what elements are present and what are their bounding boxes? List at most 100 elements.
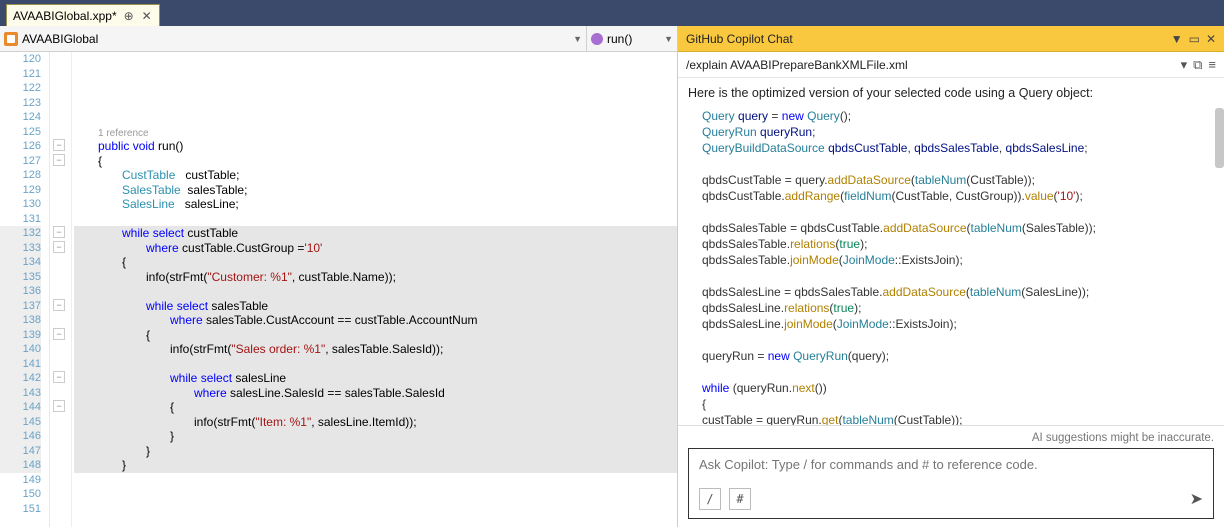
fold-toggle[interactable]: − xyxy=(53,299,65,311)
copilot-input-area: AI suggestions might be inaccurate. / # … xyxy=(678,425,1224,527)
class-icon xyxy=(4,32,18,46)
close-icon[interactable]: ✕ xyxy=(141,10,153,22)
code-line[interactable]: where salesLine.SalesId == salesTable.Sa… xyxy=(74,386,677,401)
code-line[interactable]: while select salesTable xyxy=(74,299,677,314)
code-editor[interactable]: 1201211221231241251261271281291301311321… xyxy=(0,52,677,527)
code-line[interactable]: public void run() xyxy=(74,139,677,154)
fold-toggle[interactable]: − xyxy=(53,226,65,238)
fold-toggle[interactable]: − xyxy=(53,371,65,383)
copilot-code-line xyxy=(702,268,1214,284)
copilot-code-line xyxy=(702,156,1214,172)
copilot-code-line xyxy=(702,332,1214,348)
chevron-down-icon: ▼ xyxy=(664,34,673,44)
copilot-code-line xyxy=(702,204,1214,220)
hash-chip[interactable]: # xyxy=(729,488,751,510)
copilot-code-block[interactable]: Query query = new Query();QueryRun query… xyxy=(702,108,1214,425)
slash-chip[interactable]: / xyxy=(699,488,721,510)
copilot-code-line: QueryRun queryRun; xyxy=(702,124,1214,140)
copilot-code-line: qbdsSalesTable = qbdsCustTable.addDataSo… xyxy=(702,220,1214,236)
code-line[interactable] xyxy=(74,357,677,372)
class-combo-label: AVAABIGlobal xyxy=(22,32,98,46)
code-line[interactable] xyxy=(74,67,677,82)
clipboard-icon[interactable]: ⧉ xyxy=(1193,57,1202,73)
copilot-code-line: qbdsCustTable = query.addDataSource(tabl… xyxy=(702,172,1214,188)
settings-icon[interactable]: ≡ xyxy=(1208,57,1216,72)
editor-pane: AVAABIGlobal ▼ run() ▼ 12012112212312412… xyxy=(0,26,678,527)
code-line[interactable]: { xyxy=(74,255,677,270)
line-number-gutter: 1201211221231241251261271281291301311321… xyxy=(0,52,50,527)
copilot-code-line xyxy=(702,364,1214,380)
method-combo-label: run() xyxy=(607,32,632,46)
scrollbar-thumb[interactable] xyxy=(1215,108,1224,168)
file-tab-label: AVAABIGlobal.xpp* xyxy=(13,9,117,23)
code-line[interactable]: info(strFmt("Sales order: %1", salesTabl… xyxy=(74,342,677,357)
copilot-code-line: qbdsSalesLine.relations(true); xyxy=(702,300,1214,316)
code-line[interactable] xyxy=(74,96,677,111)
pin-icon[interactable]: ⊕ xyxy=(123,10,135,22)
copilot-code-line: qbdsSalesTable.relations(true); xyxy=(702,236,1214,252)
chevron-down-icon[interactable]: ▾ xyxy=(1181,57,1188,73)
copilot-code-line: custTable = queryRun.get(tableNum(CustTa… xyxy=(702,412,1214,425)
code-line[interactable]: } xyxy=(74,444,677,459)
method-icon xyxy=(591,33,603,45)
code-line[interactable]: while select custTable xyxy=(74,226,677,241)
copilot-code-line: { xyxy=(702,396,1214,412)
window-icon[interactable]: ▭ xyxy=(1189,32,1200,46)
copilot-pane: GitHub Copilot Chat ▼ ▭ ✕ /explain AVAAB… xyxy=(678,26,1224,527)
code-line[interactable]: { xyxy=(74,400,677,415)
copilot-code-line: qbdsCustTable.addRange(fieldNum(CustTabl… xyxy=(702,188,1214,204)
copilot-body: Here is the optimized version of your se… xyxy=(678,78,1224,425)
copilot-code-line: QueryBuildDataSource qbdsCustTable, qbds… xyxy=(702,140,1214,156)
fold-toggle[interactable]: − xyxy=(53,400,65,412)
copilot-code-line: qbdsSalesTable.joinMode(JoinMode::Exists… xyxy=(702,252,1214,268)
fold-toggle[interactable]: − xyxy=(53,139,65,151)
code-line[interactable]: SalesTable salesTable; xyxy=(74,183,677,198)
code-line[interactable]: while select salesLine xyxy=(74,371,677,386)
copilot-code-line: while (queryRun.next()) xyxy=(702,380,1214,396)
code-line[interactable] xyxy=(74,516,677,527)
code-line[interactable] xyxy=(74,110,677,125)
fold-toggle[interactable]: − xyxy=(53,154,65,166)
copilot-context-row: /explain AVAABIPrepareBankXMLFile.xml ▾ … xyxy=(678,52,1224,78)
code-line[interactable]: } xyxy=(74,429,677,444)
copilot-disclaimer: AI suggestions might be inaccurate. xyxy=(688,432,1214,444)
class-combo[interactable]: AVAABIGlobal ▼ xyxy=(0,26,587,51)
copilot-ask-box: / # ➤ xyxy=(688,448,1214,519)
fold-toggle[interactable]: − xyxy=(53,241,65,253)
method-combo[interactable]: run() ▼ xyxy=(587,26,677,51)
code-line[interactable]: { xyxy=(74,154,677,169)
code-line[interactable]: info(strFmt("Item: %1", salesLine.ItemId… xyxy=(74,415,677,430)
code-line[interactable]: SalesLine salesLine; xyxy=(74,197,677,212)
close-icon[interactable]: ✕ xyxy=(1206,32,1216,46)
code-line[interactable]: 1 reference xyxy=(74,125,677,140)
code-line[interactable] xyxy=(74,81,677,96)
send-icon[interactable]: ➤ xyxy=(1190,489,1203,509)
copilot-title-label: GitHub Copilot Chat xyxy=(686,32,793,46)
copilot-code-line: qbdsSalesLine = qbdsSalesTable.addDataSo… xyxy=(702,284,1214,300)
code-line[interactable] xyxy=(74,473,677,488)
code-lines[interactable]: 1 referencepublic void run(){CustTable c… xyxy=(72,52,677,527)
code-line[interactable] xyxy=(74,212,677,227)
tab-bar: AVAABIGlobal.xpp* ⊕ ✕ xyxy=(0,0,1224,26)
code-line[interactable] xyxy=(74,284,677,299)
copilot-titlebar: GitHub Copilot Chat ▼ ▭ ✕ xyxy=(678,26,1224,52)
navigation-bar: AVAABIGlobal ▼ run() ▼ xyxy=(0,26,677,52)
code-line[interactable] xyxy=(74,52,677,67)
chevron-down-icon[interactable]: ▼ xyxy=(1171,32,1183,46)
code-line[interactable] xyxy=(74,502,677,517)
code-line[interactable]: CustTable custTable; xyxy=(74,168,677,183)
code-line[interactable]: info(strFmt("Customer: %1", custTable.Na… xyxy=(74,270,677,285)
code-line[interactable]: } xyxy=(74,458,677,473)
code-line[interactable]: where salesTable.CustAccount == custTabl… xyxy=(74,313,677,328)
copilot-code-line: queryRun = new QueryRun(query); xyxy=(702,348,1214,364)
copilot-code-line: Query query = new Query(); xyxy=(702,108,1214,124)
copilot-input[interactable] xyxy=(699,457,1203,472)
fold-gutter: − − − − − − − − xyxy=(50,52,72,527)
chevron-down-icon: ▼ xyxy=(573,34,582,44)
fold-toggle[interactable]: − xyxy=(53,328,65,340)
file-tab[interactable]: AVAABIGlobal.xpp* ⊕ ✕ xyxy=(6,4,160,26)
code-line[interactable]: { xyxy=(74,328,677,343)
code-line[interactable]: where custTable.CustGroup ='10' xyxy=(74,241,677,256)
copilot-code-line: qbdsSalesLine.joinMode(JoinMode::ExistsJ… xyxy=(702,316,1214,332)
code-line[interactable] xyxy=(74,487,677,502)
